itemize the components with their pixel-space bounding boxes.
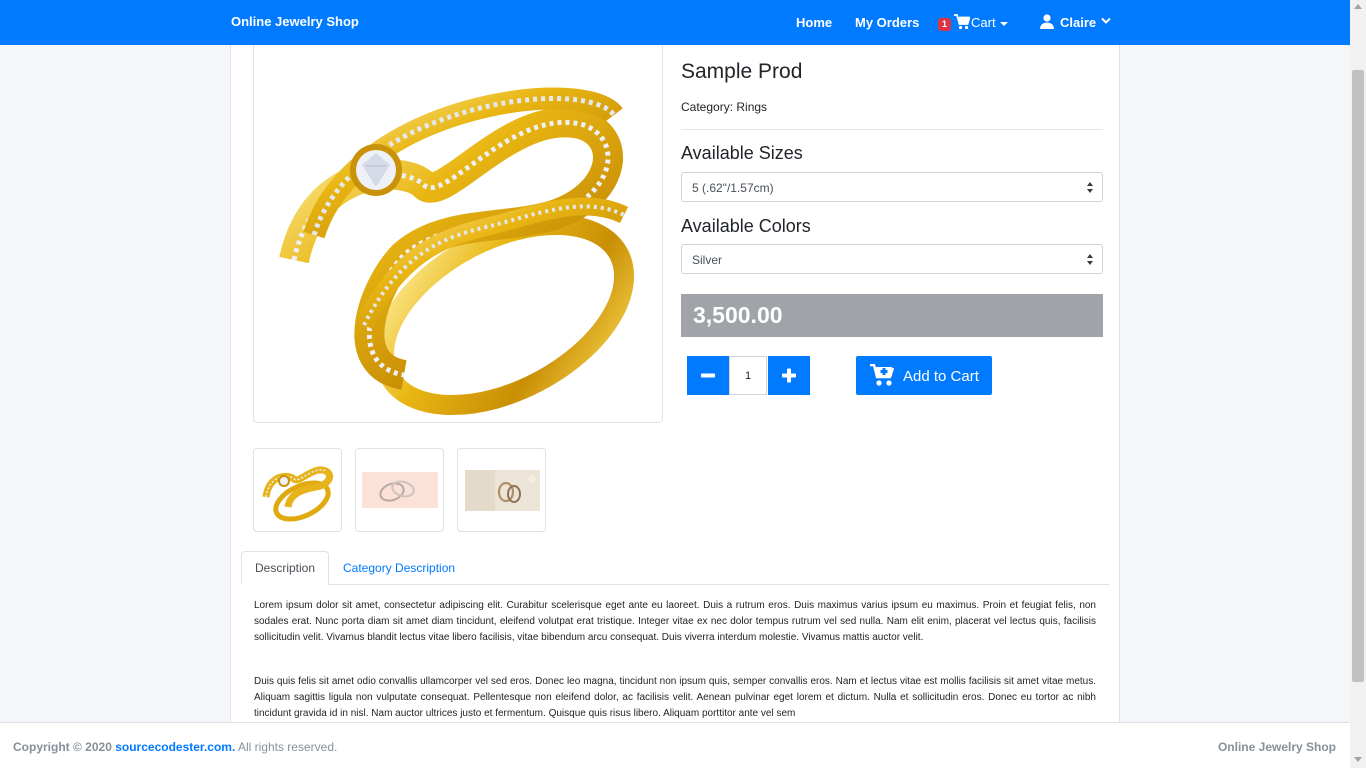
thumbnail-silver-rings-image xyxy=(362,472,438,508)
decrease-quantity-button[interactable] xyxy=(687,356,729,395)
cart-plus-icon xyxy=(870,364,895,386)
plus-icon xyxy=(782,368,796,383)
tab-description[interactable]: Description xyxy=(241,551,329,585)
thumbnail-2[interactable] xyxy=(355,448,444,532)
thumbnail-gold-ring-image xyxy=(262,466,334,522)
brand-link[interactable]: Online Jewelry Shop xyxy=(231,14,359,29)
copyright-prefix: Copyright © 2020 xyxy=(13,740,112,754)
scrollbar-thumb[interactable] xyxy=(1352,70,1364,682)
scroll-down-arrow-icon[interactable] xyxy=(1354,757,1362,762)
color-select[interactable]: Silver xyxy=(681,244,1103,274)
nav-user-menu[interactable]: Claire xyxy=(1060,15,1096,30)
rights-text: All rights reserved. xyxy=(237,740,338,754)
nav-cart-dropdown[interactable]: Cart xyxy=(971,15,1008,30)
add-to-cart-button[interactable]: Add to Cart xyxy=(856,356,992,395)
description-paragraph-1: Lorem ipsum dolor sit amet, consectetur … xyxy=(254,600,1096,643)
shopping-cart-icon[interactable] xyxy=(954,14,970,30)
page-footer: Copyright © 2020 sourcecodester.com. All… xyxy=(0,722,1350,768)
chevron-down-icon[interactable] xyxy=(1101,17,1111,25)
gold-ring-image xyxy=(279,87,635,416)
minus-icon xyxy=(701,373,715,378)
sizes-heading: Available Sizes xyxy=(681,143,803,163)
quantity-input[interactable] xyxy=(729,356,767,395)
copyright-text: Copyright © 2020 sourcecodester.com. All… xyxy=(13,740,337,754)
divider xyxy=(681,129,1103,130)
price-display: 3,500.00 xyxy=(681,294,1103,337)
thumbnail-1[interactable] xyxy=(253,448,342,532)
tab-category-description[interactable]: Category Description xyxy=(343,561,455,575)
site-link[interactable]: sourcecodester.com. xyxy=(115,740,235,754)
top-navbar: Online Jewelry Shop Home My Orders 1 Car… xyxy=(0,0,1350,45)
nav-home[interactable]: Home xyxy=(796,15,832,30)
thumbnail-wedding-rings-image xyxy=(465,470,540,511)
size-select[interactable]: 5 (.62"/1.57cm) xyxy=(681,172,1103,202)
main-product-image xyxy=(253,45,663,423)
category-label: Category: xyxy=(681,100,734,114)
product-name: Sample Prod xyxy=(681,60,803,83)
footer-brand: Online Jewelry Shop xyxy=(1217,740,1336,754)
increase-quantity-button[interactable] xyxy=(768,356,810,395)
description-paragraph-2: Duis quis felis sit amet odio convallis … xyxy=(254,676,1096,719)
nav-my-orders[interactable]: My Orders xyxy=(855,15,919,30)
colors-heading: Available Colors xyxy=(681,216,811,236)
select-arrows-icon xyxy=(1087,182,1093,193)
cart-count-badge: 1 xyxy=(938,18,951,31)
nav-cart-label: Cart xyxy=(971,15,996,30)
scroll-up-arrow-icon[interactable] xyxy=(1354,4,1362,9)
page-scrollbar[interactable] xyxy=(1350,0,1366,768)
color-select-value: Silver xyxy=(692,253,723,267)
add-to-cart-label: Add to Cart xyxy=(903,368,979,385)
size-select-value: 5 (.62"/1.57cm) xyxy=(692,181,774,195)
thumbnail-3[interactable] xyxy=(457,448,546,532)
user-icon[interactable] xyxy=(1040,14,1054,29)
product-category: Category: Rings xyxy=(681,100,767,114)
select-arrows-icon xyxy=(1087,254,1093,265)
caret-down-icon xyxy=(999,21,1008,26)
category-value: Rings xyxy=(736,100,768,114)
tabs-border xyxy=(241,584,1109,585)
